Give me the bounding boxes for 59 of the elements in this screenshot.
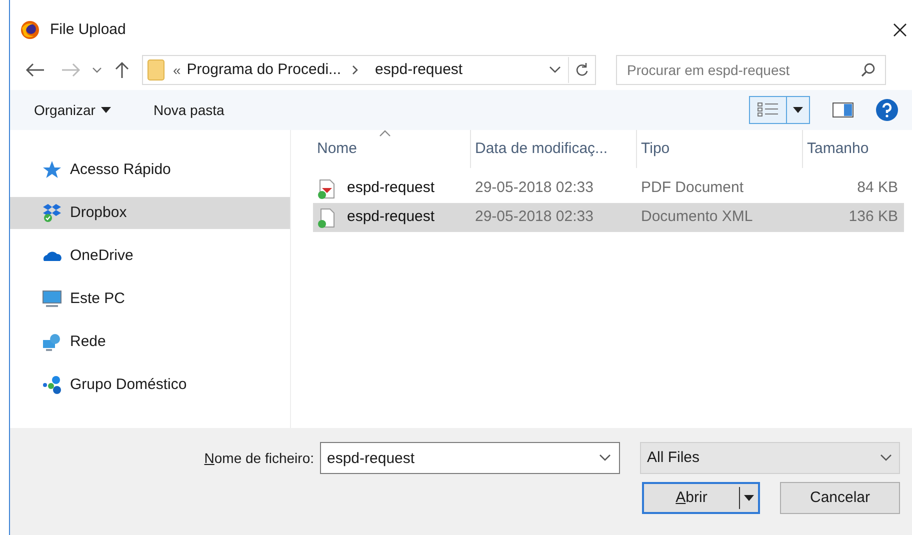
file-icon [317,178,337,198]
sidebar-item[interactable]: Grupo Doméstico [10,369,290,401]
sidebar-item[interactable]: Dropbox [10,197,290,229]
file-row[interactable]: espd-request 29-05-2018 02:33 Documento XML 136 KB [313,203,904,232]
file-date: 29-05-2018 02:33 [474,207,594,228]
sidebar-item[interactable]: Rede [10,326,290,358]
caret-icon [101,107,112,113]
file-type: Documento XML [640,207,754,228]
chevron-down-icon[interactable] [92,66,102,74]
window-title: File Upload [50,20,126,40]
breadcrumb[interactable]: Programa do Procedi... [186,58,342,82]
filename-label: Nome de ficheiro: [204,448,314,468]
homegroup-icon [42,375,62,395]
file-date: 29-05-2018 02:33 [474,178,594,198]
file-size: 136 KB [848,207,899,228]
file-name: espd-request [347,178,435,198]
file-type: PDF Document [640,178,745,198]
refresh-icon[interactable] [575,62,589,78]
file-row[interactable]: espd-request 29-05-2018 02:33 PDF Document 84 KB [313,174,904,203]
sidebar-item[interactable]: OneDrive [10,240,290,272]
star-icon [42,160,62,180]
address-bar[interactable]: « Programa do Procedi... espd-request [142,55,596,85]
caret-icon [744,495,754,501]
close-icon[interactable] [892,22,908,38]
pc-icon [42,289,62,309]
new-folder-button[interactable]: Nova pasta [153,100,224,120]
filename-field[interactable]: espd-request [320,442,620,474]
network-icon [42,332,62,352]
folder-icon [147,59,165,81]
dropdown-icon [598,453,612,463]
file-icon [317,208,337,228]
breadcrumb[interactable]: espd-request [375,58,463,82]
column-header[interactable]: Tamanho [802,130,904,168]
dropdown-icon [879,453,893,463]
search-field[interactable]: Procurar em espd-request [616,55,886,85]
chevron-right-icon [351,65,360,75]
browser-logo-icon [20,20,40,40]
dropbox-icon [42,203,62,223]
preview-pane-icon[interactable] [832,102,854,118]
column-header[interactable]: Data de modificaç... [470,130,636,168]
help-icon[interactable] [876,99,898,121]
column-header[interactable]: Tipo [636,130,802,168]
file-name: espd-request [347,207,435,228]
search-icon [860,62,876,78]
details-view-icon [757,102,779,118]
open-button[interactable]: Abrir [642,482,760,514]
sidebar-item[interactable]: Este PC [10,283,290,315]
overflow-chevrons[interactable]: « [173,60,181,80]
column-header[interactable]: Nome [313,130,470,168]
up-arrow-icon[interactable] [114,61,130,79]
back-arrow-icon[interactable] [24,62,46,78]
dropdown-icon[interactable] [548,65,562,75]
organize-menu[interactable]: Organizar [34,100,112,120]
cancel-button[interactable]: Cancelar [780,482,900,514]
sidebar-item[interactable]: Acesso Rápido [10,154,290,186]
file-size: 84 KB [856,178,899,198]
file-type-dropdown[interactable]: All Files [640,442,900,474]
view-button[interactable] [749,96,810,124]
caret-icon [793,107,803,113]
